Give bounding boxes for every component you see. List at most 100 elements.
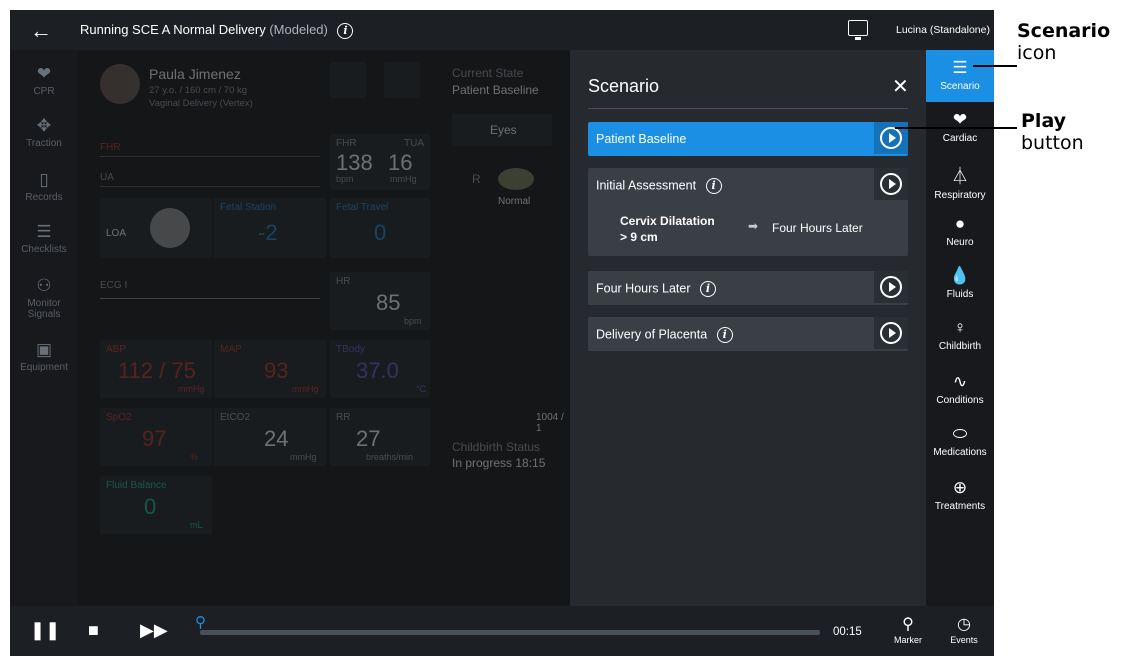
ua-trace-line [100,186,320,187]
hr-card: HR 85 bpm [330,272,430,330]
equipment-icon: ▣ [35,340,53,359]
play-callout-rest: button [1021,132,1084,154]
hr-unit: bpm [404,316,422,326]
mute-button[interactable] [384,62,420,98]
eye-icon [498,168,534,190]
info-icon[interactable]: i [716,327,733,343]
current-state-value: Patient Baseline [452,83,539,97]
fhr-trace-line [100,156,320,157]
play-icon [880,322,902,344]
play-button[interactable] [874,271,908,303]
top-bar: ← Running SCE A Normal Delivery (Modeled… [10,10,994,50]
timeline-track[interactable] [200,630,820,635]
nav-respiratory[interactable]: ⏃ Respiratory [926,162,994,201]
hr-label: HR [336,276,351,287]
layout-button[interactable] [330,62,366,98]
nav-treatments[interactable]: ⊕ Treatments [926,478,994,512]
step-four-hours-later[interactable]: Four Hours Later i [588,271,908,305]
nav-equipment[interactable]: ▣ Equipment [10,340,78,373]
play-icon [880,276,902,298]
nav-checklists[interactable]: ☰ Checklists [10,222,78,255]
nav-childbirth[interactable]: ♀ Childbirth [926,318,994,352]
pregnant-icon: ♀ [953,318,967,337]
session-title-main: Running SCE A Normal Delivery [80,22,266,37]
step-delivery-of-placenta[interactable]: Delivery of Placenta i [588,317,908,351]
marker-button[interactable]: ⚲ Marker [888,614,928,645]
nav-cpr[interactable]: ❤ CPR [10,64,78,97]
spo2-card: SpO2 97 % [100,408,212,466]
avatar [100,64,140,104]
hr-value: 85 [376,290,401,315]
nav-neuro[interactable]: ● Neuro [926,214,994,248]
nav-treatments-label: Treatments [934,501,986,512]
fhr-value: 138 [336,150,373,175]
eyes-tab[interactable]: Eyes [452,114,552,146]
rr-unit: breaths/min [366,452,414,462]
app-window: ← Running SCE A Normal Delivery (Modeled… [10,10,994,656]
nav-records-label: Records [25,192,63,203]
fluid-balance-card: Fluid Balance 0 mL [100,476,212,534]
map-label: MAP [220,344,242,355]
drop-icon: 💧 [949,266,971,285]
fhr-unit: bpm [336,174,354,184]
step-initial-assessment[interactable]: Initial Assessment i Cervix Dilatation >… [588,168,908,256]
nav-medications[interactable]: ⬭ Medications [926,424,994,458]
nav-respiratory-label: Respiratory [934,190,986,201]
info-icon[interactable]: i [699,281,716,297]
fetal-travel-label: Fetal Travel [336,202,389,213]
step-patient-baseline[interactable]: Patient Baseline [588,122,908,156]
user-label[interactable]: Lucina (Standalone) [896,24,990,36]
info-icon[interactable]: i [705,178,722,194]
play-button[interactable] [874,317,908,349]
fetal-station-value: -2 [258,220,278,245]
fetal-station-card: Fetal Station -2 [214,198,326,258]
fluid-balance-value: 0 [144,494,157,519]
abp-label: ABP [106,344,127,355]
nav-conditions[interactable]: ∿ Conditions [926,372,994,406]
pulse-icon: ∿ [952,372,968,391]
nav-records[interactable]: ▯ Records [10,170,78,203]
fluid-balance-unit: mL [190,520,203,530]
abp-value: 112 / 75 [118,358,196,383]
nav-scenario-label: Scenario [940,81,980,92]
condition-target[interactable]: Four Hours Later [772,221,863,235]
monitor-icon[interactable] [848,20,868,40]
abp-unit: mmHg [178,384,205,394]
play-callout: Play button [1021,110,1084,154]
play-button[interactable] [874,168,908,200]
scenario-callout: Scenario icon [1017,20,1110,64]
tua-value: 16 [388,150,413,175]
back-arrow-icon[interactable]: ← [30,18,52,44]
info-icon[interactable]: i [337,22,354,39]
pause-icon[interactable]: ❚❚ [30,620,60,641]
stop-icon[interactable]: ■ [88,620,99,641]
fast-forward-icon[interactable]: ▶▶ [140,620,168,641]
divider [588,108,908,109]
rr-card: RR 27 breaths/min [330,408,430,466]
first-aid-icon: ⊕ [952,478,968,497]
play-icon [880,127,902,149]
nav-neuro-label: Neuro [946,237,974,248]
current-state-label: Current State [452,66,524,80]
nav-traction[interactable]: ✥ Traction [10,116,78,149]
nav-scenario[interactable]: ☰ Scenario [926,50,994,102]
nav-fluids[interactable]: 💧 Fluids [926,266,994,300]
timeline-marker-icon[interactable]: ⚲ [195,613,206,631]
step-name-text: Initial Assessment [596,178,697,193]
loa-card: LOA [100,198,212,258]
fhr-trace-label: FHR [100,142,121,153]
ecg-label: ECG I [100,280,128,291]
patient-delivery: Vaginal Delivery (Vertex) [149,98,253,109]
fetal-travel-value: 0 [374,220,387,245]
condition-threshold: > 9 cm [620,230,658,244]
nav-monitor-signals[interactable]: ⚇ Monitor Signals [10,276,78,320]
step-name-text: Four Hours Later [596,281,691,296]
patient-name: Paula Jimenez [149,66,241,82]
play-icon [880,173,902,195]
clipboard-icon: ▯ [39,170,49,189]
session-title-modeled: (Modeled) [269,22,328,37]
close-icon[interactable]: ✕ [892,74,909,99]
ecg-trace [100,298,320,299]
nav-cardiac-label: Cardiac [942,133,978,144]
events-button[interactable]: ◷ Events [944,614,984,645]
